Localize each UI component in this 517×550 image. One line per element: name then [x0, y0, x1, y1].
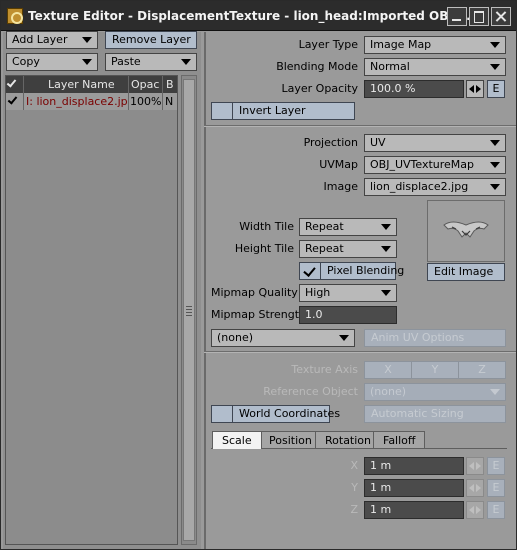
uvmap-dropdown[interactable]: OBJ_UVTextureMap	[364, 156, 506, 174]
layer-row[interactable]: I: lion_displace2.jpg 100% N	[6, 93, 177, 110]
axis-x-button[interactable]: X	[364, 361, 412, 379]
add-layer-dropdown[interactable]: Add Layer	[6, 31, 98, 49]
opacity-envelope-button[interactable]: E	[487, 80, 505, 98]
invert-layer-checkbox[interactable]	[211, 102, 233, 120]
grip-line	[186, 312, 192, 313]
blending-mode-dropdown[interactable]: Normal	[364, 58, 506, 76]
scale-z-envelope-arrows-icon[interactable]	[466, 501, 484, 519]
uv-animation-dropdown[interactable]: (none)	[211, 329, 355, 347]
scale-y-envelope-arrows-icon[interactable]	[466, 479, 484, 497]
scrollbar-thumb[interactable]	[183, 79, 195, 541]
width-tile-dropdown[interactable]: Repeat	[299, 218, 397, 236]
app-icon	[7, 8, 23, 24]
scale-x-field[interactable]: 1 m	[364, 457, 464, 475]
layer-opacity: 100%	[130, 95, 162, 108]
layer-opacity-field[interactable]: 100.0 %	[364, 80, 464, 98]
axis-z-button[interactable]: Z	[458, 361, 506, 379]
height-tile-dropdown[interactable]: Repeat	[299, 240, 397, 258]
projection-dropdown[interactable]: UV	[364, 134, 506, 152]
reference-object-dropdown[interactable]: (none)	[364, 383, 506, 401]
scale-y-envelope-button[interactable]: E	[487, 479, 505, 497]
grip-line	[186, 306, 192, 307]
width-tile-label: Width Tile	[239, 220, 294, 233]
layer-name: I: lion_displace2.jpg	[26, 95, 128, 108]
grip-line	[186, 309, 192, 310]
height-tile-label: Height Tile	[234, 242, 294, 255]
reference-object-label: Reference Object	[263, 385, 358, 398]
maximize-button[interactable]	[469, 7, 489, 26]
column-divider	[128, 76, 129, 110]
layer-type-dropdown[interactable]: Image Map	[364, 36, 506, 54]
lion-displacement-thumbnail-icon	[443, 221, 489, 238]
pixel-blending-button[interactable]: Pixel Blending	[320, 262, 404, 280]
column-opacity: Opac	[131, 78, 160, 91]
scale-z-label: Z	[350, 503, 358, 516]
scale-x-label: X	[350, 459, 358, 472]
window-title: Texture Editor - DisplacementTexture - l…	[28, 9, 471, 23]
projection-label: Projection	[303, 136, 358, 149]
image-label: Image	[323, 180, 358, 193]
pixel-blending-checkbox[interactable]	[299, 262, 321, 280]
close-button[interactable]	[491, 7, 511, 26]
edit-image-button[interactable]: Edit Image	[427, 263, 505, 281]
section-divider	[204, 351, 516, 353]
mipmap-quality-label: Mipmap Quality	[211, 286, 298, 299]
grip-line	[186, 315, 192, 316]
uvmap-label: UVMap	[319, 158, 358, 171]
column-layer-name: Layer Name	[48, 78, 115, 91]
layer-blend: N	[165, 95, 174, 108]
paste-dropdown[interactable]: Paste	[105, 53, 197, 71]
texture-editor-window: Texture Editor - DisplacementTexture - l…	[0, 0, 517, 550]
texture-axis-label: Texture Axis	[291, 363, 358, 376]
axis-y-button[interactable]: Y	[411, 361, 459, 379]
blending-mode-label: Blending Mode	[276, 60, 358, 73]
image-dropdown[interactable]: lion_displace2.jpg	[364, 178, 506, 196]
title-bar[interactable]: Texture Editor - DisplacementTexture - l…	[1, 1, 516, 31]
scale-y-field[interactable]: 1 m	[364, 479, 464, 497]
mipmap-strength-field[interactable]: 1.0	[299, 306, 397, 324]
column-blend: B	[166, 78, 174, 91]
scale-x-envelope-button[interactable]: E	[487, 457, 505, 475]
opacity-envelope-arrows-icon[interactable]	[466, 80, 484, 98]
world-coordinates-checkbox[interactable]	[211, 405, 233, 423]
invert-layer-button[interactable]: Invert Layer	[232, 102, 355, 120]
image-thumbnail	[427, 200, 505, 262]
layer-list-header: Layer Name Opac B	[6, 76, 177, 93]
automatic-sizing-button[interactable]: Automatic Sizing	[364, 405, 506, 423]
column-divider	[23, 76, 24, 110]
layer-list-scrollbar[interactable]	[181, 75, 197, 545]
tab-falloff[interactable]: Falloff	[373, 431, 426, 449]
scale-z-field[interactable]: 1 m	[364, 501, 464, 519]
mipmap-quality-dropdown[interactable]: High	[299, 284, 397, 302]
mipmap-strength-label: Mipmap Strength	[211, 308, 307, 321]
scale-y-label: Y	[351, 481, 358, 494]
column-divider	[162, 76, 163, 110]
scale-x-envelope-arrows-icon[interactable]	[466, 457, 484, 475]
tab-position[interactable]: Position	[259, 431, 322, 449]
enable-column-icon	[6, 77, 17, 88]
tab-rotation[interactable]: Rotation	[315, 431, 382, 449]
minimize-button[interactable]	[447, 7, 467, 26]
layer-enabled-checkbox[interactable]	[7, 94, 18, 105]
copy-dropdown[interactable]: Copy	[6, 53, 98, 71]
layer-type-label: Layer Type	[298, 38, 358, 51]
scale-z-envelope-button[interactable]: E	[487, 501, 505, 519]
tab-scale[interactable]: Scale	[212, 431, 262, 449]
layer-opacity-label: Layer Opacity	[281, 82, 358, 95]
world-coordinates-button[interactable]: World Coordinates	[232, 405, 340, 423]
section-divider	[204, 125, 516, 127]
anim-uv-options-button[interactable]: Anim UV Options	[364, 329, 506, 347]
layer-list[interactable]: Layer Name Opac B I: lion_displace2.jpg …	[5, 75, 178, 545]
remove-layer-button[interactable]: Remove Layer	[105, 31, 197, 49]
